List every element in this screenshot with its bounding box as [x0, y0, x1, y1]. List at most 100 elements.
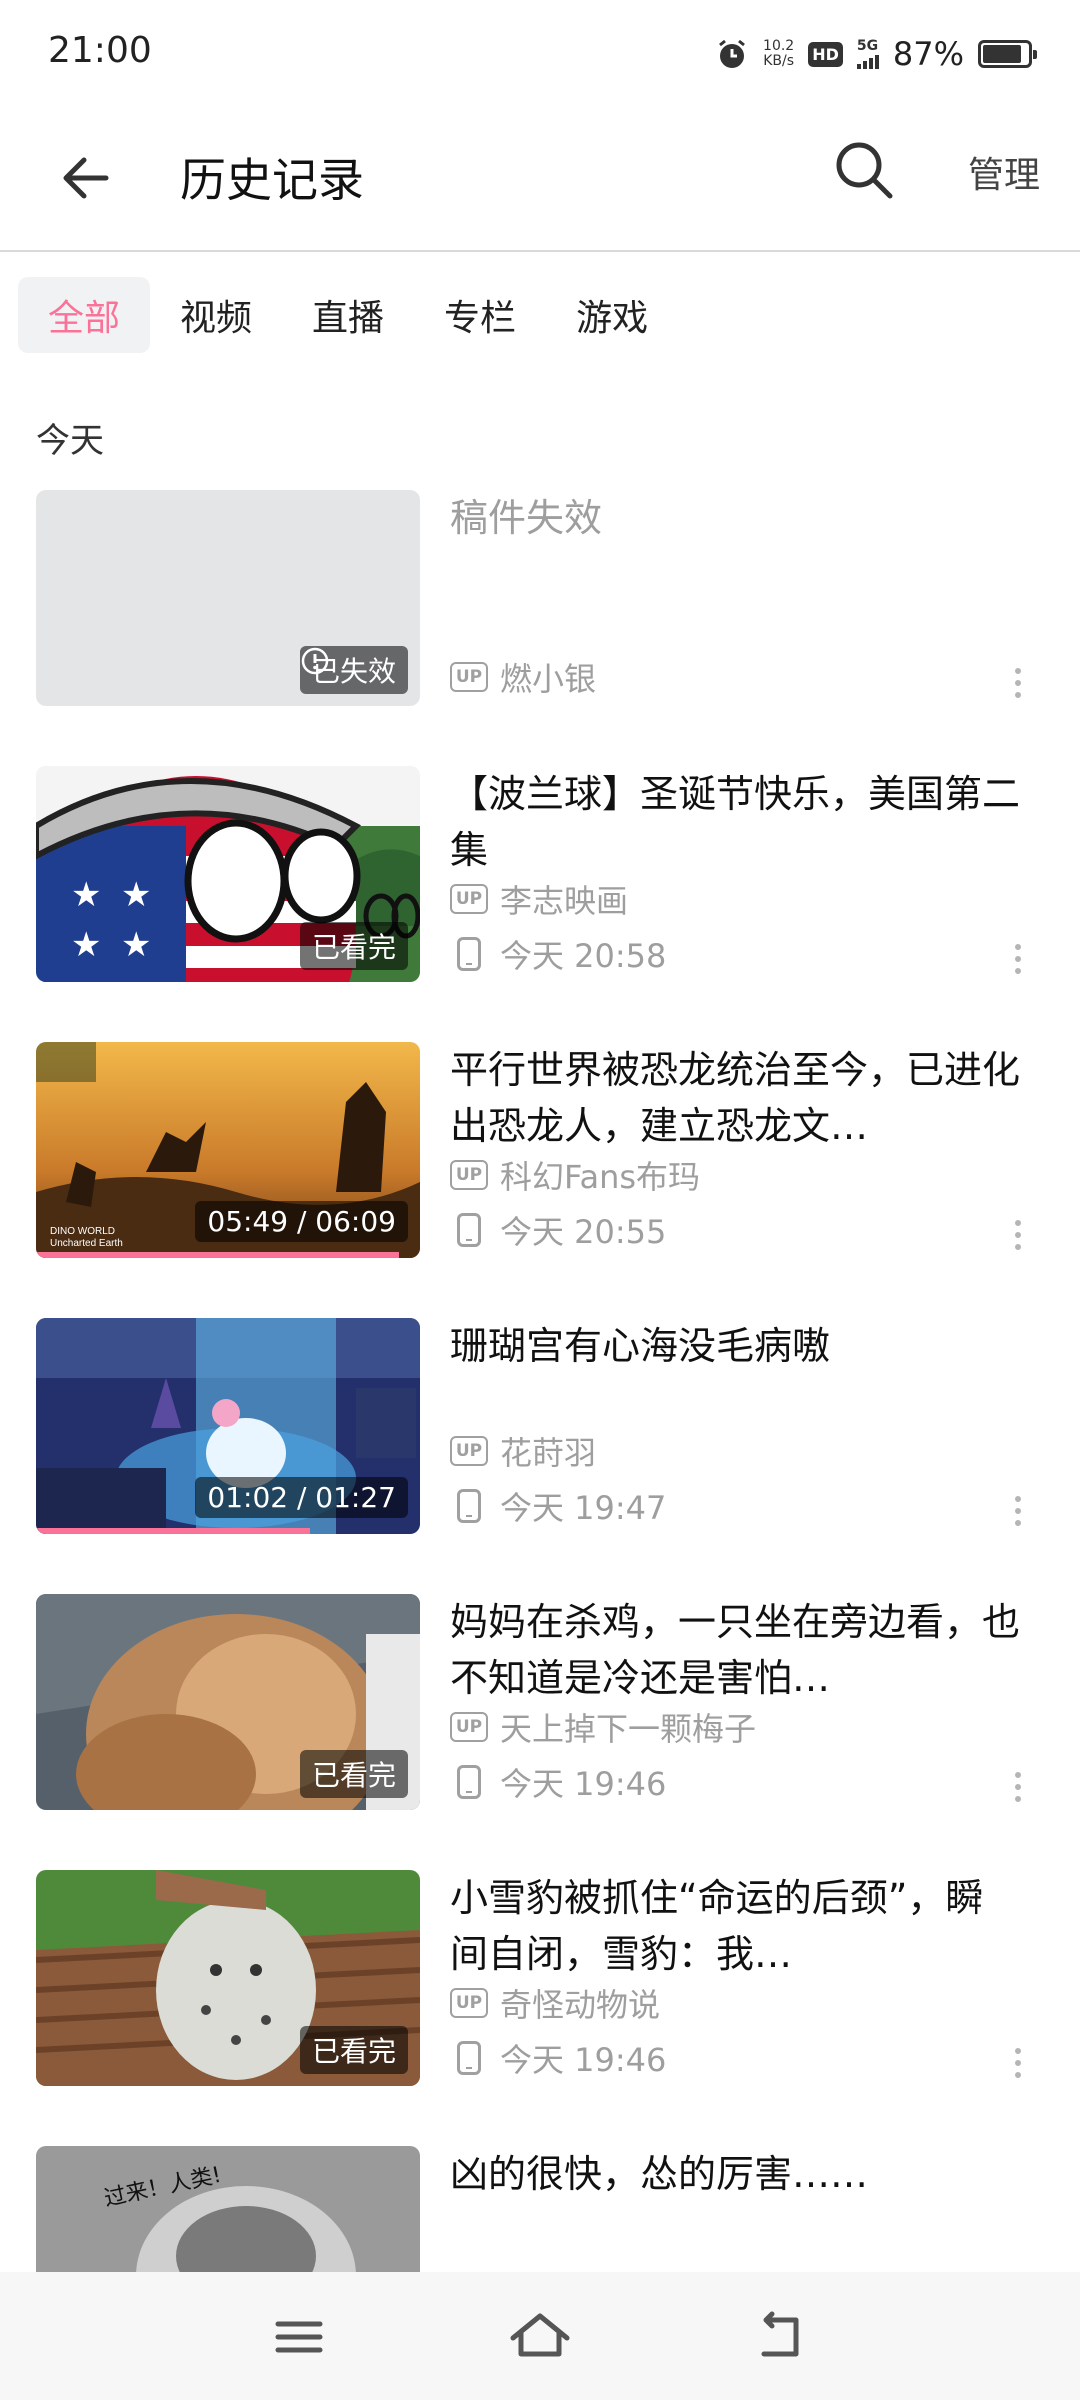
battery-percent: 87%: [892, 35, 964, 73]
search-icon[interactable]: [830, 136, 898, 204]
video-title: 妈妈在杀鸡，一只坐在旁边看，也不知道是冷还是害怕…: [450, 1600, 1020, 1700]
more-vertical-icon[interactable]: [1000, 934, 1036, 984]
status-badge-text: 已看完: [311, 931, 396, 964]
history-item[interactable]: 01:02 / 01:27 珊瑚宫有心海没毛病嗷 UP 花莳羽 今天 19:47: [0, 1318, 1080, 1594]
progress-text: 01:02 / 01:27: [207, 1481, 396, 1514]
item-info: 【波兰球】圣诞节快乐，美国第二集 UP 李志映画 今天 20:58: [450, 766, 1020, 982]
item-info: 稿件失效 UP 燃小银: [450, 490, 1020, 706]
net-speed-value: 10.2: [763, 38, 795, 54]
uploader: UP 燃小银: [450, 654, 596, 700]
tab-game[interactable]: 游戏: [546, 277, 678, 353]
uploader-name: 李志映画: [500, 882, 629, 920]
uploader: UP 花莳羽: [450, 1428, 596, 1474]
watch-time: 今天 19:46: [450, 2035, 666, 2081]
up-badge-icon: UP: [450, 1160, 488, 1190]
filter-tabs: 全部 视频 直播 专栏 游戏: [18, 277, 678, 353]
watch-time: 今天 20:55: [450, 1207, 666, 1253]
item-info: 珊瑚宫有心海没毛病嗷 UP 花莳羽 今天 19:47: [450, 1318, 1020, 1534]
phone-icon: [457, 1765, 481, 1799]
more-vertical-icon[interactable]: [1000, 2038, 1036, 2088]
status-icons: 10.2 KB/s HD 5G 87%: [715, 30, 1037, 78]
video-thumbnail[interactable]: 已失效: [36, 490, 420, 706]
system-nav-bar: [0, 2272, 1080, 2400]
watch-time-text: 今天 20:58: [500, 937, 667, 975]
page-title: 历史记录: [180, 153, 364, 207]
svg-text:★: ★: [121, 875, 151, 915]
video-thumbnail[interactable]: DINO WORLD Uncharted Earth 05:49 / 06:09: [36, 1042, 420, 1258]
signal-icon: 5G: [856, 38, 879, 69]
progress-badge: 05:49 / 06:09: [195, 1201, 408, 1242]
tab-column[interactable]: 专栏: [414, 277, 546, 353]
tab-live[interactable]: 直播: [282, 277, 414, 353]
history-item[interactable]: ★ ★ ★ ★ 已看完 【波兰球】圣诞节快乐，美国第二集 UP 李志映画 今天 …: [0, 766, 1080, 1042]
back-nav-icon[interactable]: [746, 2302, 816, 2372]
exclamation-circle-icon: [301, 647, 329, 675]
status-badge: 已看完: [299, 2026, 408, 2074]
history-item[interactable]: 已看完 妈妈在杀鸡，一只坐在旁边看，也不知道是冷还是害怕… UP 天上掉下一颗梅…: [0, 1594, 1080, 1870]
progress-text: 05:49 / 06:09: [207, 1205, 396, 1238]
manage-button[interactable]: 管理: [968, 146, 1040, 198]
top-app-bar: 历史记录 管理: [0, 108, 1080, 252]
uploader: UP 李志映画: [450, 876, 628, 922]
thumb-text-1: DINO WORLD: [50, 1226, 115, 1237]
video-thumbnail[interactable]: 已看完: [36, 1870, 420, 2086]
history-screen: 21:00 10.2 KB/s HD 5G 87% 历史记录 管理 全部 视频 …: [0, 0, 1080, 2400]
watch-time-text: 今天 19:46: [500, 2041, 667, 2079]
up-badge-icon: UP: [450, 662, 488, 692]
item-info: 妈妈在杀鸡，一只坐在旁边看，也不知道是冷还是害怕… UP 天上掉下一颗梅子 今天…: [450, 1594, 1020, 1810]
watch-time-text: 今天 19:46: [500, 1765, 667, 1803]
network-type: 5G: [856, 38, 879, 54]
phone-icon: [457, 1213, 481, 1247]
phone-icon: [457, 937, 481, 971]
tab-all[interactable]: 全部: [18, 277, 151, 353]
more-vertical-icon[interactable]: [1000, 658, 1036, 708]
more-vertical-icon[interactable]: [1000, 1210, 1036, 1260]
history-list: 已失效 稿件失效 UP 燃小银 ★ ★ ★ ★ 已看完 【波兰球】圣诞节快乐，美…: [0, 490, 1080, 2400]
svg-text:★: ★: [121, 925, 151, 965]
up-badge-icon: UP: [450, 884, 488, 914]
uploader-name: 奇怪动物说: [500, 1986, 661, 2024]
uploader-name: 燃小银: [500, 660, 597, 698]
history-item[interactable]: DINO WORLD Uncharted Earth 05:49 / 06:09…: [0, 1042, 1080, 1318]
watch-time: 今天 20:58: [450, 931, 666, 977]
item-info: 平行世界被恐龙统治至今，已进化出恐龙人，建立恐龙文… UP 科幻Fans布玛 今…: [450, 1042, 1020, 1258]
history-item[interactable]: 已看完 小雪豹被抓住“命运的后颈”，瞬间自闭，雪豹：我… UP 奇怪动物说 今天…: [0, 1870, 1080, 2146]
uploader-name: 天上掉下一颗梅子: [500, 1710, 757, 1748]
history-item[interactable]: 已失效 稿件失效 UP 燃小银: [0, 490, 1080, 766]
hd-badge: HD: [808, 41, 843, 67]
video-title: 平行世界被恐龙统治至今，已进化出恐龙人，建立恐龙文…: [450, 1048, 1020, 1148]
uploader-name: 科幻Fans布玛: [500, 1158, 701, 1196]
uploader: UP 奇怪动物说: [450, 1980, 660, 2026]
item-info: 小雪豹被抓住“命运的后颈”，瞬间自闭，雪豹：我… UP 奇怪动物说 今天 19:…: [450, 1870, 1020, 2086]
status-bar: 21:00 10.2 KB/s HD 5G 87%: [0, 0, 1080, 108]
home-icon[interactable]: [505, 2302, 575, 2372]
watch-time-text: 今天 20:55: [500, 1213, 667, 1251]
net-speed: 10.2 KB/s: [763, 39, 794, 69]
watch-time-text: 今天 19:47: [500, 1489, 667, 1527]
watch-progress-bar: [36, 1252, 399, 1258]
status-badge-text: 已看完: [311, 2035, 396, 2068]
video-title: 小雪豹被抓住“命运的后颈”，瞬间自闭，雪豹：我…: [450, 1876, 984, 1976]
net-speed-unit: KB/s: [763, 53, 795, 69]
battery-icon: [978, 40, 1037, 68]
video-title: 凶的很快，怂的厉害……: [450, 2152, 869, 2196]
video-thumbnail[interactable]: 01:02 / 01:27: [36, 1318, 420, 1534]
more-vertical-icon[interactable]: [1000, 1762, 1036, 1812]
uploader: UP 天上掉下一颗梅子: [450, 1704, 756, 1750]
watch-time: 今天 19:47: [450, 1483, 666, 1529]
svg-text:★: ★: [71, 875, 101, 915]
status-badge: 已看完: [299, 1750, 408, 1798]
tab-video[interactable]: 视频: [150, 277, 282, 353]
video-thumbnail[interactable]: 已看完: [36, 1594, 420, 1810]
phone-icon: [457, 1489, 481, 1523]
menu-icon[interactable]: [264, 2302, 334, 2372]
video-thumbnail[interactable]: ★ ★ ★ ★ 已看完: [36, 766, 420, 982]
uploader: UP 科幻Fans布玛: [450, 1152, 700, 1198]
status-badge: 已看完: [299, 922, 408, 970]
up-badge-icon: UP: [450, 1988, 488, 2018]
status-badge: 已失效: [299, 646, 408, 694]
back-arrow-icon[interactable]: [52, 142, 124, 214]
video-title: 稿件失效: [450, 496, 603, 540]
more-vertical-icon[interactable]: [1000, 1486, 1036, 1536]
svg-text:★: ★: [71, 925, 101, 965]
